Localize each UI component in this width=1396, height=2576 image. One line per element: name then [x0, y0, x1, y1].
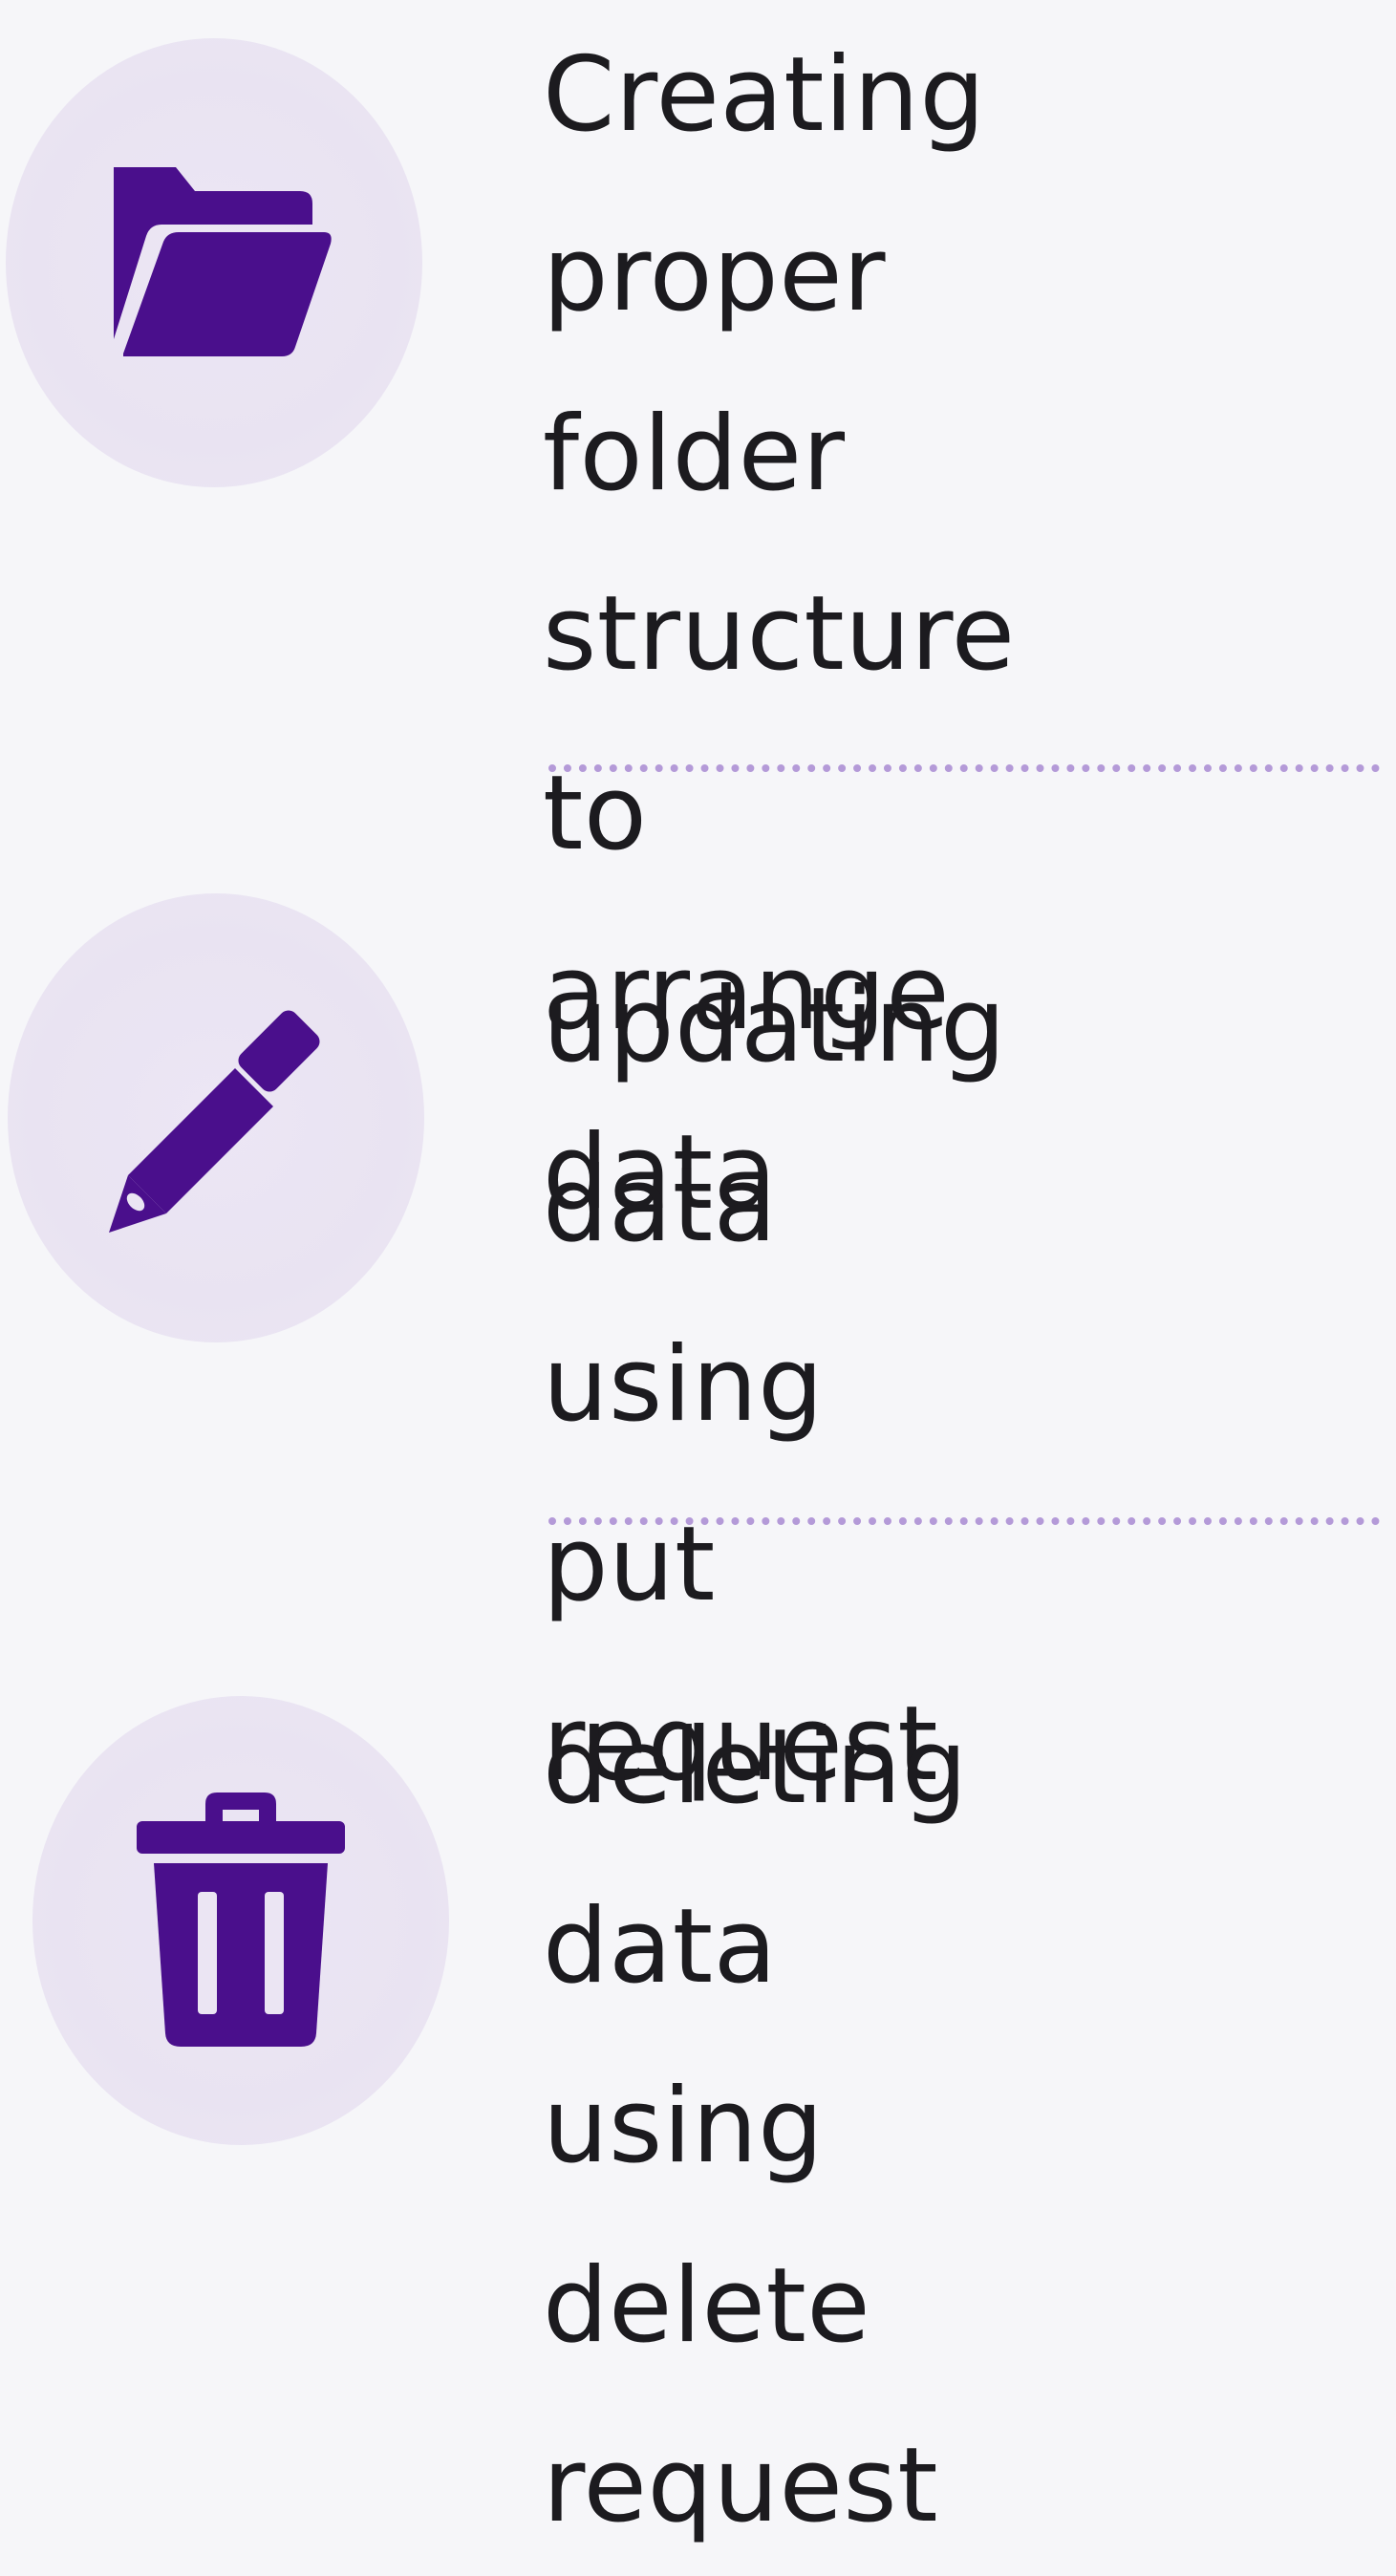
folder-icon — [114, 167, 332, 356]
trash-icon-circle — [32, 1696, 449, 2145]
trash-icon — [137, 1792, 345, 2047]
pencil-icon-circle — [8, 893, 424, 1342]
pencil-icon — [109, 1010, 320, 1233]
divider — [548, 764, 1380, 772]
folder-icon-circle — [6, 38, 422, 487]
feature-text-delete-data: deleting data using delete request — [543, 1707, 968, 2545]
divider — [548, 1517, 1380, 1525]
